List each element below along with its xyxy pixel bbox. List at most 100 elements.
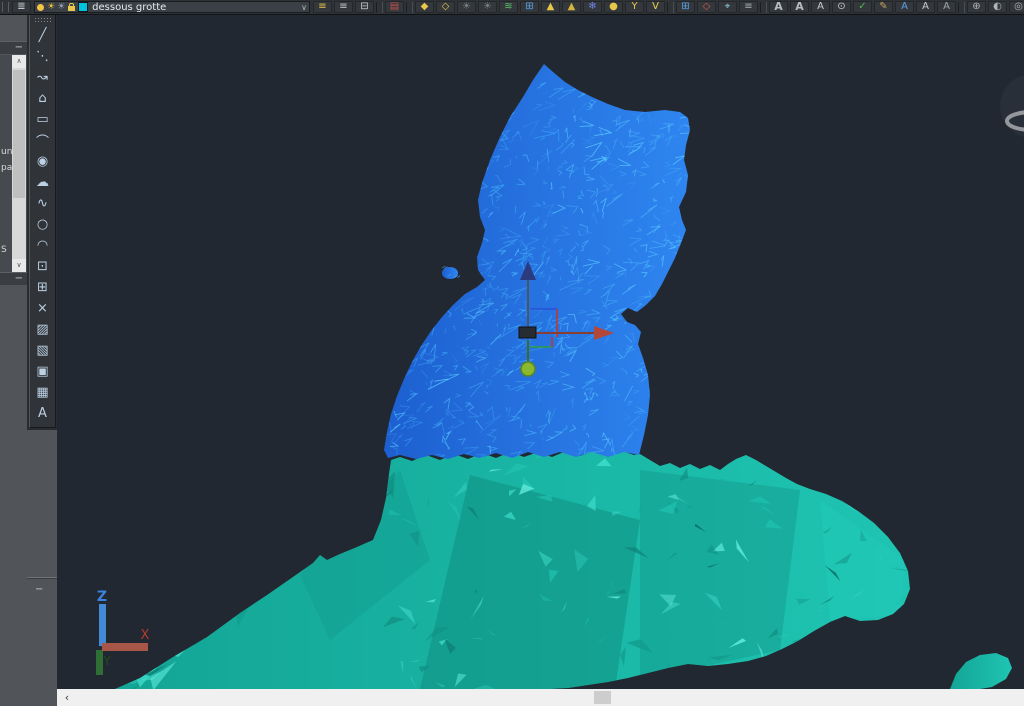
find-and-replace-button[interactable]: ⊙ <box>832 1 851 13</box>
toolbar-buttons: ≡≡⊟▤◆◇☀☀≋⊞▲▲❄●YV⊞◇⌖≡AAA⊙✓✎AAA⊕◐◎ <box>312 1 1024 13</box>
layer-walk-button[interactable]: ≋ <box>499 1 518 13</box>
ucs-icon: Z X Y <box>96 589 150 675</box>
layer-unisolate-button[interactable]: ◇ <box>436 1 455 13</box>
toolbar-separator <box>760 2 767 13</box>
palette-scrollbar[interactable]: ∧ ∨ <box>12 55 26 272</box>
constrained-orbit-button[interactable]: ◐ <box>988 1 1007 13</box>
mesh-terrain-fragment <box>950 653 1012 689</box>
free-orbit-button[interactable]: ◎ <box>1009 1 1024 13</box>
layer-list-button[interactable]: ≡ <box>739 1 758 13</box>
layer-off-button[interactable]: ● <box>604 1 623 13</box>
scroll-left-arrow[interactable]: ‹ <box>59 690 75 705</box>
layer-lock-button[interactable]: Y <box>625 1 644 13</box>
layer-color-swatch <box>78 2 88 12</box>
draw-tool-point[interactable]: × <box>32 298 53 318</box>
clipped-list-text: un <box>1 147 12 157</box>
scrollbar-thumb[interactable] <box>13 70 25 198</box>
draw-tool-table[interactable]: ▦ <box>32 382 53 402</box>
mesh-blue-fragment <box>442 267 458 279</box>
viewcube-partial[interactable] <box>1000 74 1024 138</box>
draw-tool-gradient[interactable]: ▧ <box>32 340 53 360</box>
draw-tool-insert-block[interactable]: ⊡ <box>32 256 53 276</box>
single-line-text-button[interactable]: A <box>916 1 935 13</box>
scrollbar-thumb[interactable] <box>594 691 611 704</box>
autocad-window: ≣ ☀ ☀ dessous grotte ∨ ≡≡⊟▤◆◇☀☀≋⊞▲▲❄●YV⊞… <box>0 0 1024 706</box>
palette-header: − <box>0 41 27 54</box>
change-to-current-layer-button[interactable]: ◇ <box>697 1 716 13</box>
edit-text-button[interactable]: A <box>811 1 830 13</box>
match-text-properties-button[interactable]: ✎ <box>874 1 893 13</box>
ucs-x-label: X <box>141 628 150 643</box>
draw-tool-line[interactable]: ╱ <box>32 25 53 45</box>
layer-thaw-viewport-button[interactable]: ☀ <box>478 1 497 13</box>
layer-freeze-button[interactable]: ❄ <box>583 1 602 13</box>
layer-isolate-button[interactable]: ◆ <box>415 1 434 13</box>
draw-tool-polygon[interactable]: ⌂ <box>32 88 53 108</box>
layer-dropdown[interactable]: ☀ ☀ dessous grotte ∨ <box>34 1 310 13</box>
palette-list: un pa S ∧ ∨ <box>0 55 27 272</box>
toolbar-separator <box>667 2 674 13</box>
layer-unlock-button[interactable]: V <box>646 1 665 13</box>
draw-tool-arc[interactable]: ⌒ <box>32 130 53 150</box>
mesh-terrain-teal[interactable] <box>111 447 1012 689</box>
draw-toolbar: ╱⋱↝⌂▭⌒◉☁∿○◠⊡⊞×▨▧▣▦A <box>29 14 56 428</box>
ucs-z-label: Z <box>97 589 107 605</box>
scroll-down-arrow[interactable]: ∨ <box>12 259 26 272</box>
gizmo-y-ball[interactable] <box>521 362 535 376</box>
draw-tool-spline[interactable]: ∿ <box>32 193 53 213</box>
collapse-button[interactable]: − <box>15 42 23 53</box>
layer-properties-manager-button[interactable]: ≣ <box>12 1 31 13</box>
multiline-text-button[interactable]: A <box>895 1 914 13</box>
draw-tool-circle[interactable]: ◉ <box>32 151 53 171</box>
layers-toolbar: ≣ ☀ ☀ dessous grotte ∨ ≡≡⊟▤◆◇☀☀≋⊞▲▲❄●YV⊞… <box>0 0 1024 15</box>
drawing-viewport[interactable]: Z X Y <box>57 14 1024 689</box>
draw-tool-revision-cloud[interactable]: ☁ <box>32 172 53 192</box>
draw-tool-polyline[interactable]: ↝ <box>32 67 53 87</box>
collapse-button[interactable]: − <box>35 584 43 595</box>
draw-tool-ellipse[interactable]: ○ <box>32 214 53 234</box>
3d-swivel-button[interactable]: ⊕ <box>967 1 986 13</box>
text-style-lower-button[interactable]: A <box>790 1 809 13</box>
draw-tool-region[interactable]: ▣ <box>32 361 53 381</box>
layer-match-button[interactable]: ⊞ <box>676 1 695 13</box>
horizontal-scrollbar[interactable]: ‹ <box>57 689 1024 706</box>
toolbar-separator <box>376 2 383 13</box>
docked-palette-strip: − un pa S ∧ ∨ − <box>0 14 27 706</box>
toolbar-group-left: ≣ <box>11 1 32 13</box>
layer-translator-button[interactable]: ⌖ <box>718 1 737 13</box>
layer-states-manager-button[interactable]: ▤ <box>385 1 404 13</box>
layer-previous-button[interactable]: ≡ <box>334 1 353 13</box>
scale-text-button[interactable]: A <box>937 1 956 13</box>
current-layer-name: dessous grotte <box>92 2 299 13</box>
toolbar-separator <box>958 2 965 13</box>
layer-isolate-current-viewport-button[interactable]: ▲ <box>541 1 560 13</box>
layer-on-bulb-icon <box>37 4 44 11</box>
make-object-layer-current-button[interactable]: ≡ <box>313 1 332 13</box>
scroll-up-arrow[interactable]: ∧ <box>12 55 26 68</box>
draw-tool-ellipse-arc[interactable]: ◠ <box>32 235 53 255</box>
text-style-upper-button[interactable]: A <box>769 1 788 13</box>
layer-states-button[interactable]: ⊟ <box>355 1 374 13</box>
clipped-list-text: pa <box>1 163 12 173</box>
draw-tool-hatch[interactable]: ▨ <box>32 319 53 339</box>
draw-tool-make-block[interactable]: ⊞ <box>32 277 53 297</box>
chevron-down-icon[interactable]: ∨ <box>301 3 307 12</box>
mesh-cave-blue-selected[interactable] <box>377 60 700 467</box>
dock-lower-area <box>27 430 57 706</box>
collapse-button[interactable]: − <box>15 273 23 284</box>
gizmo-center-box[interactable] <box>519 327 536 338</box>
draw-tool-multiline-text[interactable]: A <box>32 403 53 423</box>
layer-vp-freeze-icon: ☀ <box>57 2 65 12</box>
toolbar-grip[interactable] <box>34 17 51 24</box>
layer-merge-button[interactable]: ▲ <box>562 1 581 13</box>
draw-tool-rectangle[interactable]: ▭ <box>32 109 53 129</box>
clipped-list-text: S <box>1 245 7 255</box>
toolbar-grip[interactable] <box>2 2 9 12</box>
draw-tool-construction-line[interactable]: ⋱ <box>32 46 53 66</box>
copy-objects-to-new-layer-button[interactable]: ⊞ <box>520 1 539 13</box>
toolbar-separator <box>406 2 413 13</box>
palette-header-2: − <box>0 272 27 285</box>
layer-lock-icon <box>68 6 75 11</box>
spell-check-button[interactable]: ✓ <box>853 1 872 13</box>
layer-freeze-viewport-button[interactable]: ☀ <box>457 1 476 13</box>
